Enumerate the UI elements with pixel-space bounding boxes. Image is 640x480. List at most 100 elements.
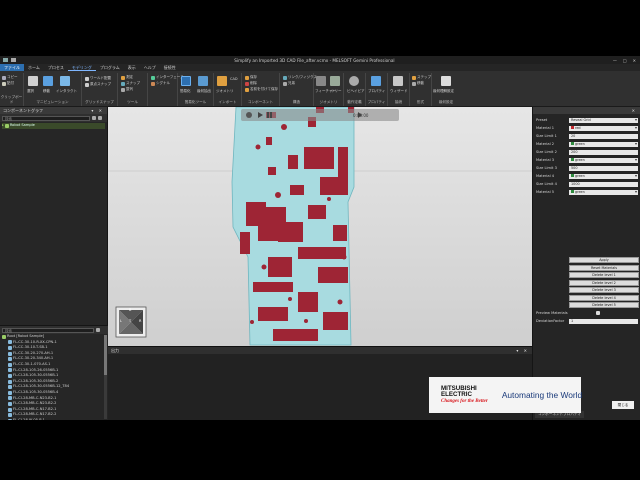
output-panel-controls[interactable]: ▾ ✕	[516, 347, 529, 354]
size-limit-input[interactable]: 1000	[569, 181, 638, 187]
material-select[interactable]: green	[569, 141, 638, 147]
size-limit-input[interactable]: 500	[569, 165, 638, 171]
interact-icon[interactable]	[60, 76, 70, 86]
link-physics-button[interactable]: リンク/フィジクス	[283, 75, 317, 80]
step-button[interactable]: ステップ	[412, 75, 431, 80]
output-header: 出力 ▾ ✕	[108, 347, 532, 354]
menu-view[interactable]: 表示	[124, 64, 140, 71]
tree-scrollbar[interactable]	[104, 335, 107, 419]
3d-viewport[interactable]: 0:00:00 B L T R	[108, 107, 532, 346]
move-icon[interactable]	[43, 76, 53, 86]
right-panel-close[interactable]: ✕	[632, 107, 637, 114]
action-button[interactable]: Delete level 1	[569, 272, 639, 278]
menu-connectivity[interactable]: 接続性	[160, 64, 180, 71]
brand-slogan: Automating the World	[501, 390, 583, 400]
menu-file[interactable]: ファイル	[0, 64, 24, 71]
select-icon[interactable]	[28, 76, 38, 86]
close-overlay-button[interactable]: 閉じる	[612, 401, 634, 409]
signal-button[interactable]: シグナル	[151, 81, 170, 86]
copy-button[interactable]: コピー	[2, 75, 18, 80]
geometry-settings-icon[interactable]	[441, 76, 451, 86]
preview-checkbox[interactable]	[596, 311, 600, 315]
panel-controls[interactable]: ▾ ✕	[91, 107, 104, 114]
record-icon	[246, 112, 252, 118]
menu-modeling[interactable]: モデリング	[67, 64, 96, 71]
ribbon-group-geometry: フィーチャー ツリー ジオメトリ	[314, 73, 344, 106]
save-as-button[interactable]: 名前を付けて保存	[245, 87, 278, 92]
feature-icon[interactable]	[316, 76, 326, 86]
ribbon-group-motion: ビヘイビア 動作定義	[344, 73, 366, 106]
playback-toolbar[interactable]	[241, 109, 399, 121]
menu-home[interactable]: ホーム	[24, 64, 44, 71]
preview-material-row: Preview Materials	[536, 310, 638, 316]
action-button[interactable]: Delete level 3	[569, 287, 639, 293]
simplify-icon[interactable]	[181, 76, 191, 86]
material-select[interactable]: red	[569, 125, 638, 131]
sibling-button[interactable]: 兄弟	[283, 81, 295, 86]
component-search-input[interactable]: 検索	[2, 115, 90, 121]
deviation-row: DeviationFactor 1	[536, 318, 638, 324]
action-button[interactable]: Apply	[569, 257, 639, 263]
preset-select[interactable]: Reveal Grid	[569, 117, 638, 123]
material-select[interactable]: green	[569, 173, 638, 179]
material-select[interactable]: green	[569, 157, 638, 163]
action-button[interactable]: Delete level 2	[569, 279, 639, 286]
menu-help[interactable]: ヘルプ	[140, 64, 160, 71]
delete-component-button[interactable]: 削除	[245, 81, 257, 86]
property-row: Material 1 red	[536, 125, 638, 131]
geometry-import-icon[interactable]	[217, 76, 227, 86]
paste-button[interactable]: 貼付	[2, 81, 14, 86]
action-button[interactable]: Delete level 5	[569, 302, 639, 308]
format-move-button[interactable]: 移動	[412, 81, 424, 86]
ribbon-group-manipulation: 選択 移動 インタラクト マニピュレーション	[24, 73, 82, 106]
size-limit-input[interactable]: 200	[569, 149, 638, 155]
pause-icon	[267, 112, 269, 118]
action-button[interactable]: Reset Materials	[569, 264, 639, 271]
search-options-icon[interactable]	[96, 328, 100, 332]
ribbon-group-connect: ウィザード 接続	[388, 73, 410, 106]
filter-icon[interactable]	[92, 116, 96, 120]
snap-button[interactable]: スナップ	[121, 81, 140, 86]
app-window: Simplify an Imported 3D CAD File_after.v…	[0, 56, 640, 420]
node-icon	[8, 396, 12, 401]
servo-icon[interactable]	[349, 76, 359, 86]
expand-icon: ▸	[2, 123, 4, 127]
tree-icon[interactable]	[330, 76, 340, 86]
material-select[interactable]: green	[569, 189, 638, 195]
close-button[interactable]: ✕	[633, 58, 636, 63]
preset-row: Preset Reveal Grid	[536, 117, 638, 123]
right-panel-header: ✕	[533, 107, 640, 114]
maximize-button[interactable]: □	[623, 58, 627, 63]
tree-scrollbar-thumb[interactable]	[104, 335, 107, 375]
interact-label: インタラクト	[56, 89, 77, 93]
origin-snap-toggle[interactable]: 原点スナップ	[85, 82, 111, 87]
geometry-import-label: ジオメトリ	[216, 89, 234, 93]
deviation-input[interactable]: 1	[569, 318, 638, 324]
size-limit-input[interactable]: 20	[569, 133, 638, 139]
ruler-icon	[121, 75, 125, 80]
node-icon	[8, 390, 12, 395]
extract-geometry-icon[interactable]	[198, 76, 208, 86]
node-icon	[8, 351, 12, 356]
measure-button[interactable]: 測定	[121, 75, 133, 80]
menu-process[interactable]: プロセス	[44, 64, 68, 71]
world-placement-toggle[interactable]: ワールド配置	[85, 76, 111, 81]
menu-bar: ファイル ホーム プロセス モデリング プログラム 表示 ヘルプ 接続性	[0, 64, 640, 71]
settings-icon[interactable]	[98, 116, 102, 120]
interface-icon	[151, 75, 155, 80]
tree-item-robot-sample[interactable]: ▸ Robot Sample	[2, 123, 105, 129]
property-row: Size Limit 1 20	[536, 133, 638, 139]
save-icon[interactable]	[3, 58, 8, 62]
tree-item[interactable]: FL-CI-28-IK-05-P-1	[2, 418, 106, 420]
menu-program[interactable]: プログラム	[96, 64, 124, 71]
save-component-button[interactable]: 保存	[245, 75, 257, 80]
wizard-icon[interactable]	[393, 76, 403, 86]
cad-import-label[interactable]: CAD	[230, 77, 238, 81]
align-button[interactable]: 整列	[121, 87, 133, 92]
properties-icon[interactable]	[371, 76, 381, 86]
snap-icon	[121, 81, 125, 86]
action-button[interactable]: Delete level 4	[569, 294, 639, 301]
node-search-input[interactable]: 検索	[2, 327, 94, 333]
3d-scene[interactable]	[108, 107, 532, 346]
minimize-button[interactable]: —	[613, 58, 617, 63]
